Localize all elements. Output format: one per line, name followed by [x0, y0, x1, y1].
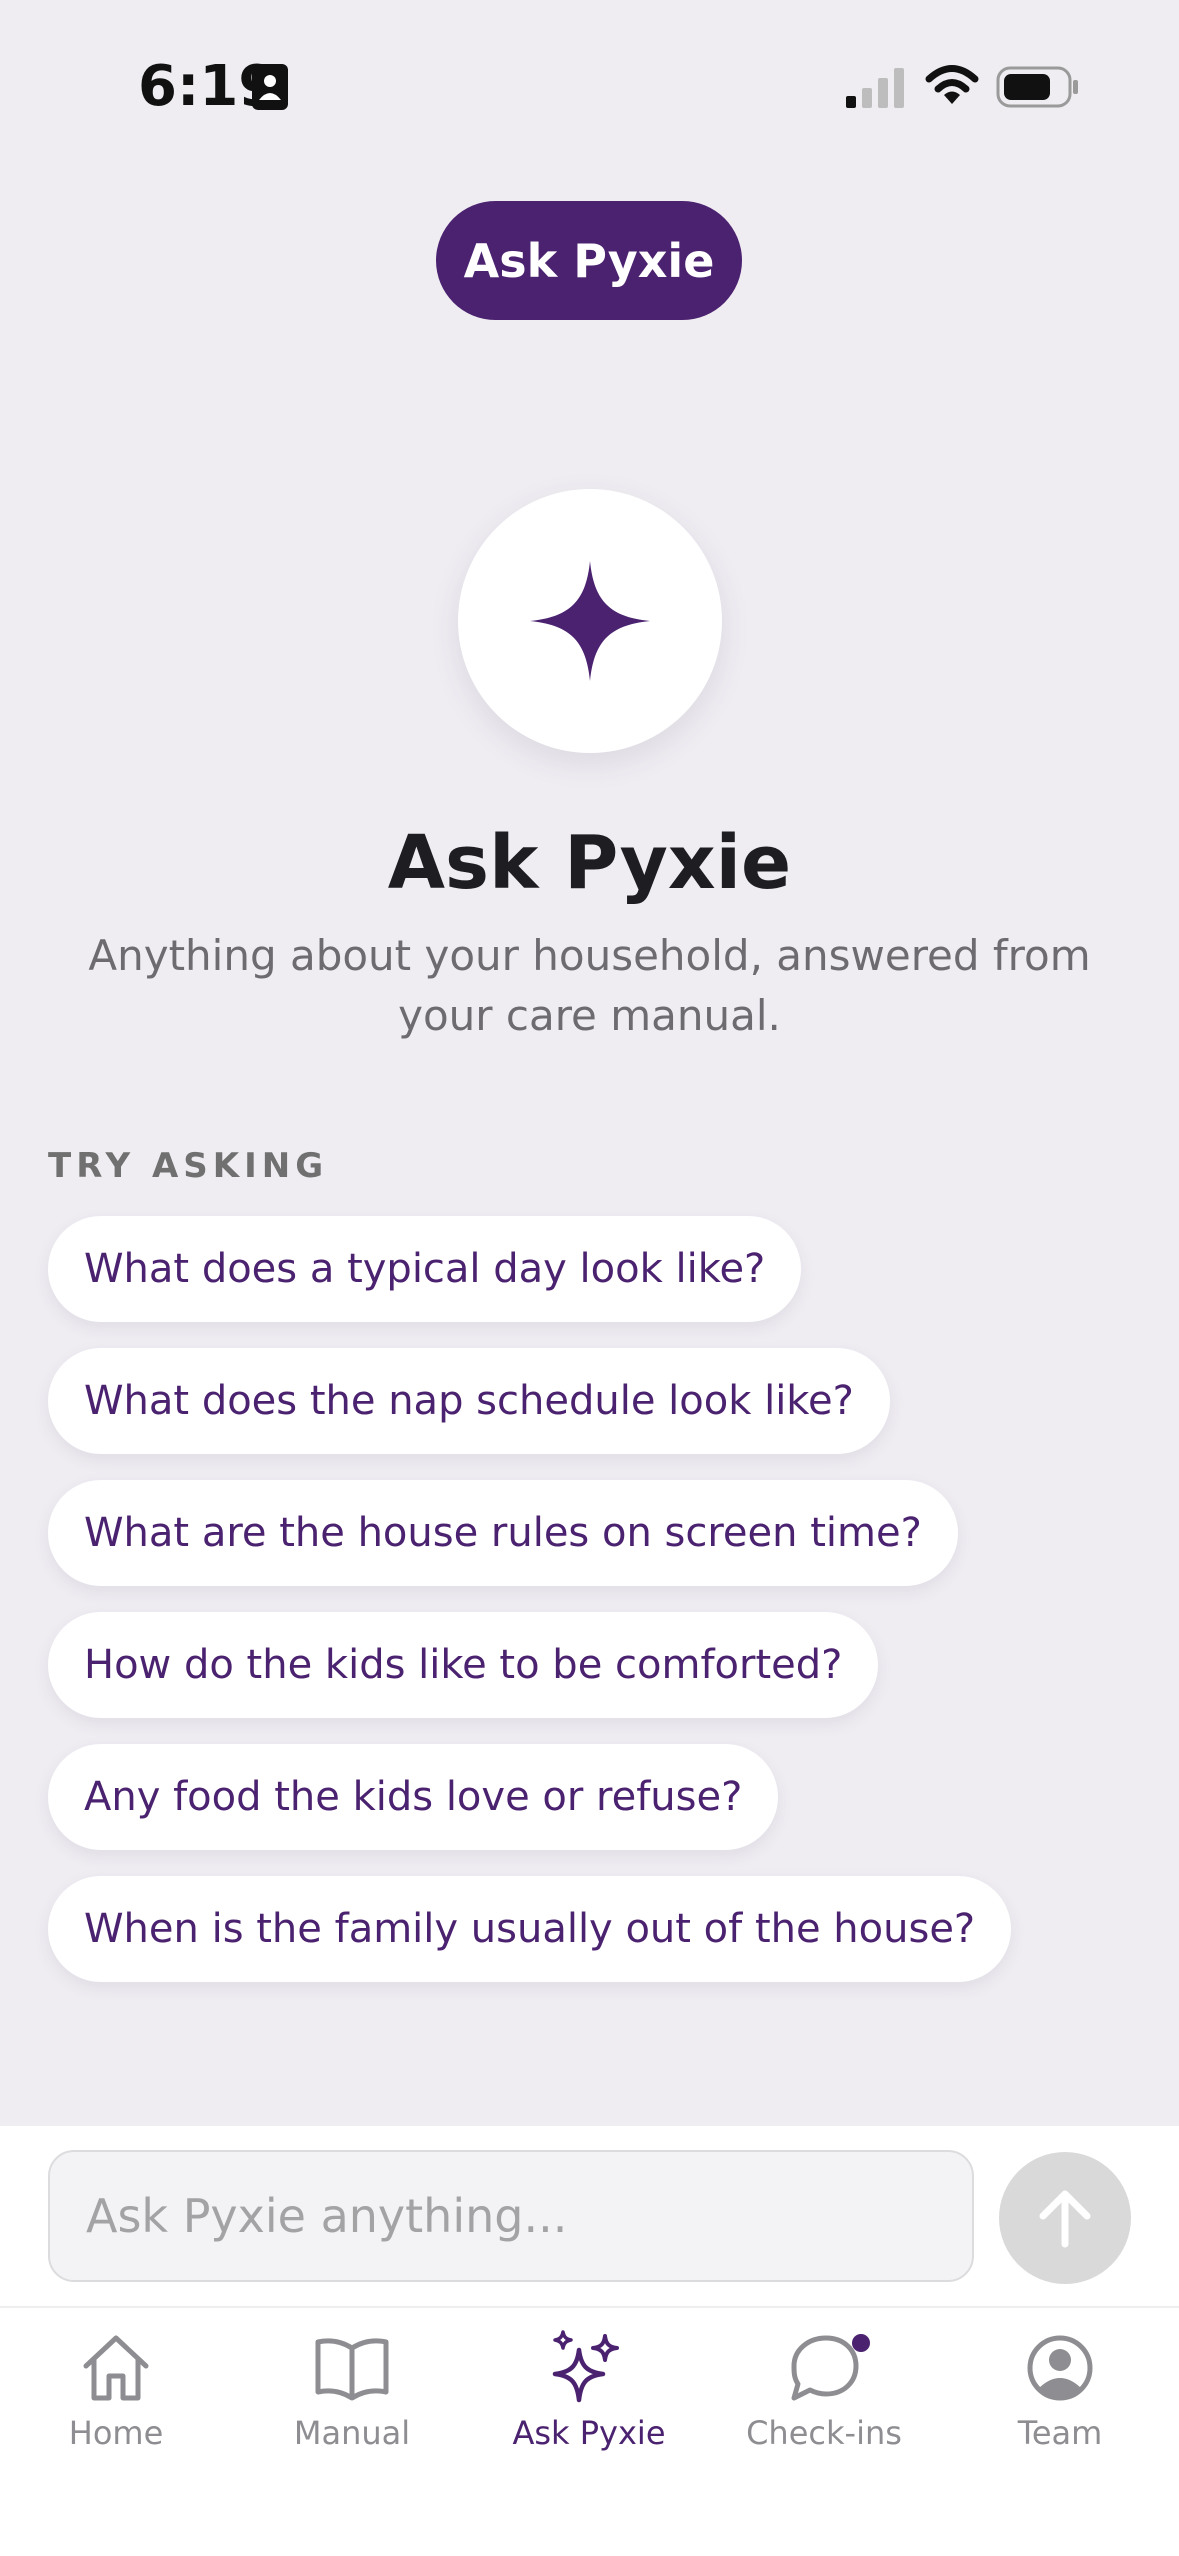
suggestion-list: What does a typical day look like? What …	[48, 1216, 1148, 2008]
tab-check-ins[interactable]: Check-ins	[724, 2328, 924, 2478]
bottom-tab-bar: Home Manual Ask Pyxie Check-ins Team	[0, 2306, 1179, 2556]
contact-card-icon	[252, 64, 288, 110]
try-asking-label: TRY ASKING	[48, 1146, 329, 1186]
wifi-icon	[925, 65, 979, 104]
home-icon	[83, 2335, 149, 2401]
ask-pyxie-screen: 6:19 Ask Pyxie Ask Pyxie Anything about …	[0, 0, 1179, 2556]
cellular-signal-icon	[846, 68, 904, 108]
user-circle-icon	[1027, 2335, 1093, 2401]
sparkles-icon	[552, 2330, 619, 2403]
send-button[interactable]	[999, 2152, 1131, 2284]
tab-home[interactable]: Home	[16, 2328, 216, 2478]
tab-label: Manual	[293, 2414, 411, 2452]
suggestion-chip[interactable]: What does a typical day look like?	[48, 1216, 802, 1322]
header-title-pill: Ask Pyxie	[436, 201, 742, 320]
book-icon	[315, 2338, 389, 2401]
battery-icon	[996, 66, 1078, 108]
tab-ask-pyxie[interactable]: Ask Pyxie	[489, 2328, 689, 2478]
tab-label: Home	[68, 2414, 164, 2452]
tab-manual[interactable]: Manual	[252, 2328, 452, 2478]
tab-label: Ask Pyxie	[512, 2414, 666, 2452]
status-bar: 6:19	[0, 0, 1179, 150]
arrow-up-icon	[1039, 2190, 1091, 2248]
tab-label: Team	[1017, 2414, 1103, 2452]
hero-subtitle: Anything about your household, answered …	[88, 931, 1091, 1040]
sparkle-icon	[530, 561, 650, 681]
hero-avatar	[458, 489, 722, 753]
hero-title: Ask Pyxie	[387, 820, 792, 906]
suggestion-chip[interactable]: How do the kids like to be comforted?	[48, 1612, 879, 1718]
composer-bar	[0, 2126, 1179, 2306]
tab-team[interactable]: Team	[960, 2328, 1160, 2478]
suggestion-chip[interactable]: When is the family usually out of the ho…	[48, 1876, 1012, 1982]
suggestion-chip[interactable]: What are the house rules on screen time?	[48, 1480, 958, 1586]
ask-input[interactable]	[48, 2150, 974, 2282]
suggestion-chip[interactable]: What does the nap schedule look like?	[48, 1348, 890, 1454]
notification-dot	[852, 2334, 870, 2352]
tab-label: Check-ins	[746, 2414, 902, 2452]
suggestion-chip[interactable]: Any food the kids love or refuse?	[48, 1744, 779, 1850]
